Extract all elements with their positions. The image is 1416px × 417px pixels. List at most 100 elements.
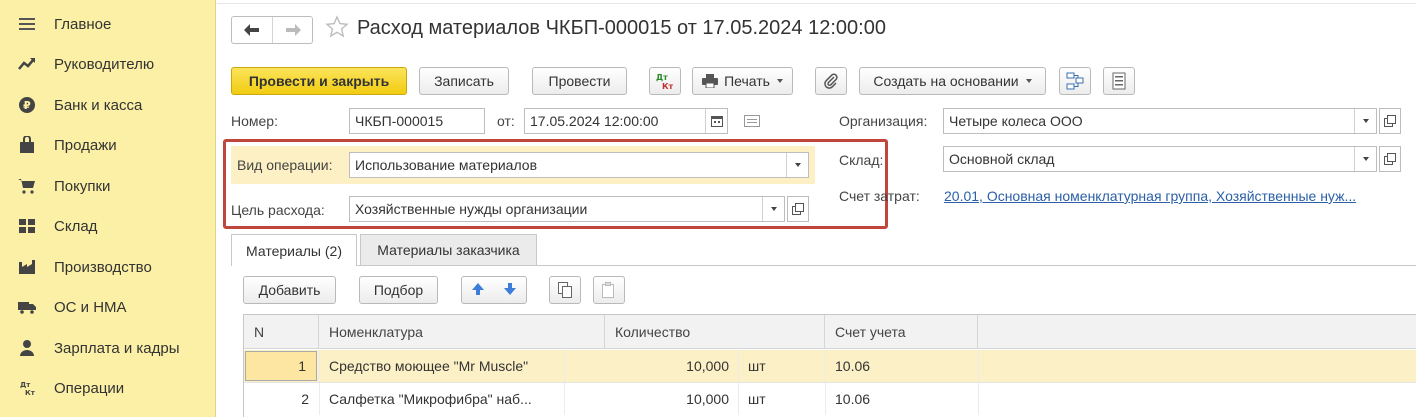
calendar-icon[interactable] [705, 109, 727, 133]
save-button[interactable]: Записать [419, 67, 509, 95]
page-title: Расход материалов ЧКБП-000015 от 17.05.2… [357, 17, 886, 39]
column-header-quantity[interactable]: Количество [605, 315, 825, 349]
trend-icon [18, 55, 36, 73]
post-and-close-button[interactable]: Провести и закрыть [231, 67, 407, 95]
move-buttons-group [461, 276, 527, 304]
account-cell[interactable]: 10.06 [825, 350, 978, 382]
svg-text:₽: ₽ [23, 99, 31, 112]
warehouse-label: Склад: [839, 152, 884, 168]
organization-value: Четыре колеса ООО [949, 113, 1083, 129]
comment-icon[interactable] [744, 114, 760, 131]
divider [978, 350, 979, 382]
sidebar-item-manager[interactable]: Руководителю [0, 44, 216, 84]
person-icon [18, 339, 36, 357]
organization-select[interactable]: Четыре колеса ООО [943, 108, 1377, 134]
sidebar-item-label: Главное [54, 15, 112, 33]
table-row[interactable]: 1 Средство моющее "Mr Muscle" 10,000 шт … [244, 350, 1416, 382]
print-button[interactable]: Печать [692, 67, 793, 95]
open-purpose-button[interactable] [787, 196, 809, 222]
operation-value: Использование материалов [355, 157, 538, 173]
paste-button[interactable] [593, 276, 625, 304]
column-header-account[interactable]: Счет учета [825, 315, 978, 349]
print-label: Печать [724, 73, 770, 89]
bag-icon [18, 136, 36, 154]
date-label: от: [497, 113, 515, 129]
chevron-down-icon[interactable] [786, 153, 808, 177]
number-value: ЧКБП-000015 [355, 113, 444, 129]
quantity-cell[interactable]: 10,000 [605, 350, 739, 382]
sidebar-item-sales[interactable]: Продажи [0, 125, 216, 165]
paste-icon [602, 282, 614, 298]
unit-cell[interactable]: шт [738, 383, 825, 415]
sidebar-item-label: Операции [54, 379, 125, 397]
divider [978, 383, 979, 415]
column-header-item[interactable]: Номенклатура [319, 315, 605, 349]
favorite-star-icon[interactable] [325, 15, 349, 39]
chevron-down-icon[interactable] [1354, 109, 1376, 133]
date-value: 17.05.2024 12:00:00 [530, 113, 659, 129]
item-name-cell[interactable]: Салфетка "Микрофибра" наб... [319, 383, 564, 415]
sidebar-item-label: Банк и касса [54, 96, 143, 114]
divider [217, 3, 1416, 4]
column-header-n[interactable]: N [244, 315, 319, 349]
chevron-down-icon[interactable] [762, 197, 784, 221]
paperclip-icon [824, 73, 838, 89]
sidebar-item-assets[interactable]: ОС и НМА [0, 287, 216, 327]
number-field[interactable]: ЧКБП-000015 [349, 108, 485, 134]
sidebar-item-label: Зарплата и кадры [54, 339, 180, 357]
cost-account-link[interactable]: 20.01, Основная номенклатурная группа, Х… [944, 188, 1356, 204]
unit-cell[interactable]: шт [738, 350, 825, 382]
forward-button[interactable] [272, 17, 312, 43]
copy-button[interactable] [549, 276, 581, 304]
materials-table: N Номенклатура Количество Счет учета 1 С… [243, 314, 1416, 417]
sidebar-item-operations[interactable]: Дт Кт Операции [0, 368, 216, 408]
create-based-label: Создать на основании [873, 73, 1019, 89]
list-view-button[interactable] [1103, 67, 1135, 95]
table-row[interactable]: 2 Салфетка "Микрофибра" наб... 10,000 шт… [244, 383, 1416, 415]
quantity-cell[interactable]: 10,000 [605, 383, 739, 415]
sidebar-item-label: ОС и НМА [54, 298, 127, 316]
move-up-icon[interactable] [471, 282, 485, 299]
select-items-button[interactable]: Подбор [359, 276, 438, 304]
date-field[interactable]: 17.05.2024 12:00:00 [524, 108, 728, 134]
sidebar-item-bank[interactable]: ₽ Банк и касса [0, 85, 216, 125]
sidebar-item-production[interactable]: Производство [0, 247, 216, 287]
move-down-icon[interactable] [503, 282, 517, 299]
open-warehouse-button[interactable] [1379, 146, 1401, 172]
sidebar-item-main[interactable]: Главное [0, 4, 216, 44]
sidebar-item-purchases[interactable]: Покупки [0, 166, 216, 206]
operation-type-select[interactable]: Использование материалов [349, 152, 809, 178]
cost-account-label: Счет затрат: [839, 188, 920, 204]
create-based-on-button[interactable]: Создать на основании [859, 67, 1046, 95]
printer-icon [702, 74, 719, 88]
tab-customer-materials[interactable]: Материалы заказчика [360, 234, 537, 266]
tab-materials[interactable]: Материалы (2) [231, 234, 357, 266]
row-number-cell[interactable]: 1 [245, 351, 317, 381]
document-icon [1112, 72, 1126, 90]
chevron-down-icon[interactable] [1354, 147, 1376, 171]
sidebar-item-salary[interactable]: Зарплата и кадры [0, 328, 216, 368]
sidebar-item-label: Производство [54, 258, 152, 276]
open-organization-button[interactable] [1379, 108, 1401, 134]
sidebar-item-warehouse[interactable]: Склад [0, 206, 216, 246]
account-cell[interactable]: 10.06 [825, 383, 978, 415]
add-row-button[interactable]: Добавить [243, 276, 336, 304]
cart-icon [18, 177, 36, 195]
purpose-select[interactable]: Хозяйственные нужды организации [349, 196, 785, 222]
dt-kt-button[interactable]: Дт Кт [649, 67, 681, 95]
item-name-cell[interactable]: Средство моющее "Mr Muscle" [319, 350, 564, 382]
open-icon [1384, 115, 1396, 127]
open-icon [792, 203, 804, 215]
post-button[interactable]: Провести [532, 67, 627, 95]
svg-text:Дт: Дт [20, 381, 31, 389]
row-number-cell[interactable]: 2 [244, 383, 319, 415]
back-button[interactable] [232, 17, 272, 43]
factory-icon [18, 258, 36, 276]
copy-icon [558, 282, 572, 298]
operation-label: Вид операции: [237, 157, 333, 173]
warehouse-select[interactable]: Основной склад [943, 146, 1377, 172]
attach-button[interactable] [815, 67, 847, 95]
sidebar-item-label: Продажи [54, 136, 117, 154]
dt-kt-icon: ДтКт [18, 379, 36, 397]
structure-button[interactable] [1059, 67, 1091, 95]
